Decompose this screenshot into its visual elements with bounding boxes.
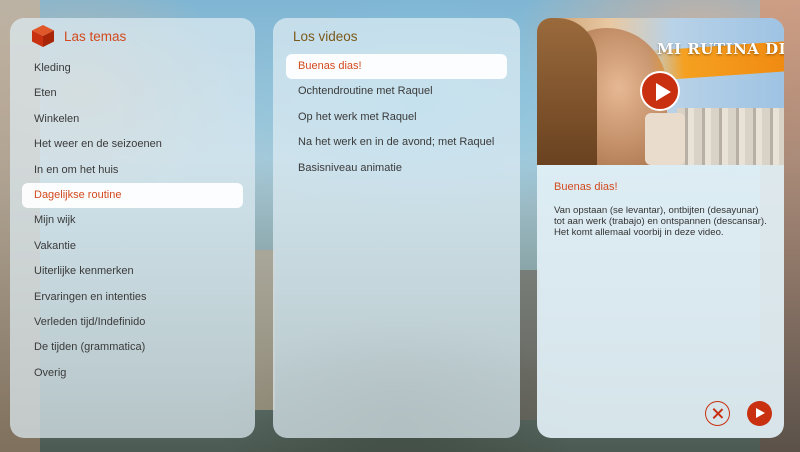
theme-item[interactable]: Eten bbox=[22, 81, 243, 106]
close-button[interactable] bbox=[705, 401, 730, 426]
themes-panel: Las temas Kleding Eten Winkelen Het weer en… bbox=[10, 18, 255, 438]
video-detail-panel: MI RUTINA DIARIA Buenas dias! Van opstaa… bbox=[537, 18, 784, 438]
thumbnail-title: MI RUTINA DIARIA bbox=[657, 40, 784, 58]
theme-item[interactable]: Dagelijkse routine bbox=[22, 182, 243, 209]
video-item[interactable]: Na het werk en in de avond; met Raquel bbox=[286, 130, 507, 155]
video-item[interactable]: Buenas dias! bbox=[286, 54, 507, 80]
play-button[interactable] bbox=[747, 401, 772, 426]
theme-item[interactable]: De tijden (grammatica) bbox=[22, 335, 243, 360]
theme-item[interactable]: Uiterlijke kenmerken bbox=[22, 259, 243, 284]
theme-item[interactable]: In en om het huis bbox=[22, 158, 243, 183]
video-list: Buenas dias! Ochtendroutine met Raquel Op … bbox=[273, 54, 520, 181]
video-item[interactable]: Basisniveau animatie bbox=[286, 156, 507, 181]
videos-panel: Los videos Buenas dias! Ochtendroutine me… bbox=[273, 18, 520, 438]
theme-item[interactable]: Mijn wijk bbox=[22, 208, 243, 233]
theme-list: Kleding Eten Winkelen Het weer en de seizoe… bbox=[10, 56, 255, 386]
videos-header: Los videos bbox=[273, 18, 520, 54]
video-item[interactable]: Ochtendroutine met Raquel bbox=[286, 79, 507, 104]
theme-item[interactable]: Overig bbox=[22, 361, 243, 386]
cube-icon bbox=[32, 25, 54, 47]
themes-header: Las temas bbox=[10, 18, 255, 54]
theme-item[interactable]: Het weer en de seizoenen bbox=[22, 132, 243, 157]
videos-title: Los videos bbox=[293, 28, 358, 44]
theme-item[interactable]: Winkelen bbox=[22, 107, 243, 132]
play-icon[interactable] bbox=[640, 71, 680, 111]
themes-title: Las temas bbox=[64, 28, 127, 44]
theme-item[interactable]: Verleden tijd/Indefinido bbox=[22, 310, 243, 335]
video-thumbnail[interactable]: MI RUTINA DIARIA bbox=[537, 18, 784, 165]
video-item[interactable]: Op het werk met Raquel bbox=[286, 105, 507, 130]
theme-item[interactable]: Ervaringen en intenties bbox=[22, 285, 243, 310]
video-description: Van opstaan (se levantar), ontbijten (de… bbox=[554, 205, 767, 238]
theme-item[interactable]: Kleding bbox=[22, 56, 243, 81]
video-title: Buenas dias! bbox=[554, 181, 618, 193]
theme-item[interactable]: Vakantie bbox=[22, 234, 243, 259]
